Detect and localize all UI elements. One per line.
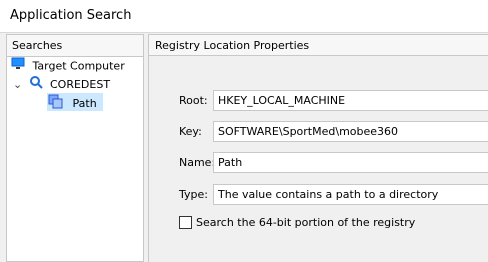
key-field[interactable]: SOFTWARE\SportMed\mobee360 [213, 121, 488, 142]
key-label: Key: [179, 125, 202, 138]
monitor-icon [11, 57, 25, 76]
tree-item-label: COREDEST [50, 78, 111, 91]
root-field[interactable]: HKEY_LOCAL_MACHINE [213, 90, 488, 111]
search-64bit-checkbox[interactable] [179, 216, 192, 229]
window-title: Application Search [10, 8, 132, 23]
type-label: Type: [179, 188, 208, 201]
name-field[interactable]: Path [213, 152, 488, 173]
name-label: Name: [179, 156, 216, 169]
tree-item-label: Path [72, 97, 97, 110]
tree-item-target-computer[interactable]: Target Computer [11, 57, 125, 75]
properties-header: Registry Location Properties [149, 34, 488, 56]
chevron-down-icon[interactable]: ⌄ [13, 76, 25, 94]
tree-item-label: Target Computer [32, 59, 125, 73]
registry-icon [47, 93, 63, 115]
root-label: Root: [179, 94, 208, 107]
type-field[interactable]: The value contains a path to a directory [213, 184, 488, 205]
search-64bit-label: Search the 64-bit portion of the registr… [196, 216, 416, 229]
title-bar: Application Search [0, 0, 488, 32]
properties-header-label: Registry Location Properties [155, 39, 310, 52]
searches-header: Searches [7, 35, 143, 57]
searches-header-label: Searches [12, 39, 63, 52]
properties-pane: Registry Location Properties Root: HKEY_… [148, 34, 488, 262]
searches-pane: Searches Target Computer ⌄ COREDEST Path [6, 34, 144, 262]
tree-item-path[interactable]: Path [47, 93, 103, 111]
search-icon [29, 75, 43, 95]
search-64bit-option[interactable]: Search the 64-bit portion of the registr… [179, 216, 415, 229]
tree-item-coredest[interactable]: ⌄ COREDEST [13, 75, 110, 93]
title-separator [0, 32, 488, 33]
